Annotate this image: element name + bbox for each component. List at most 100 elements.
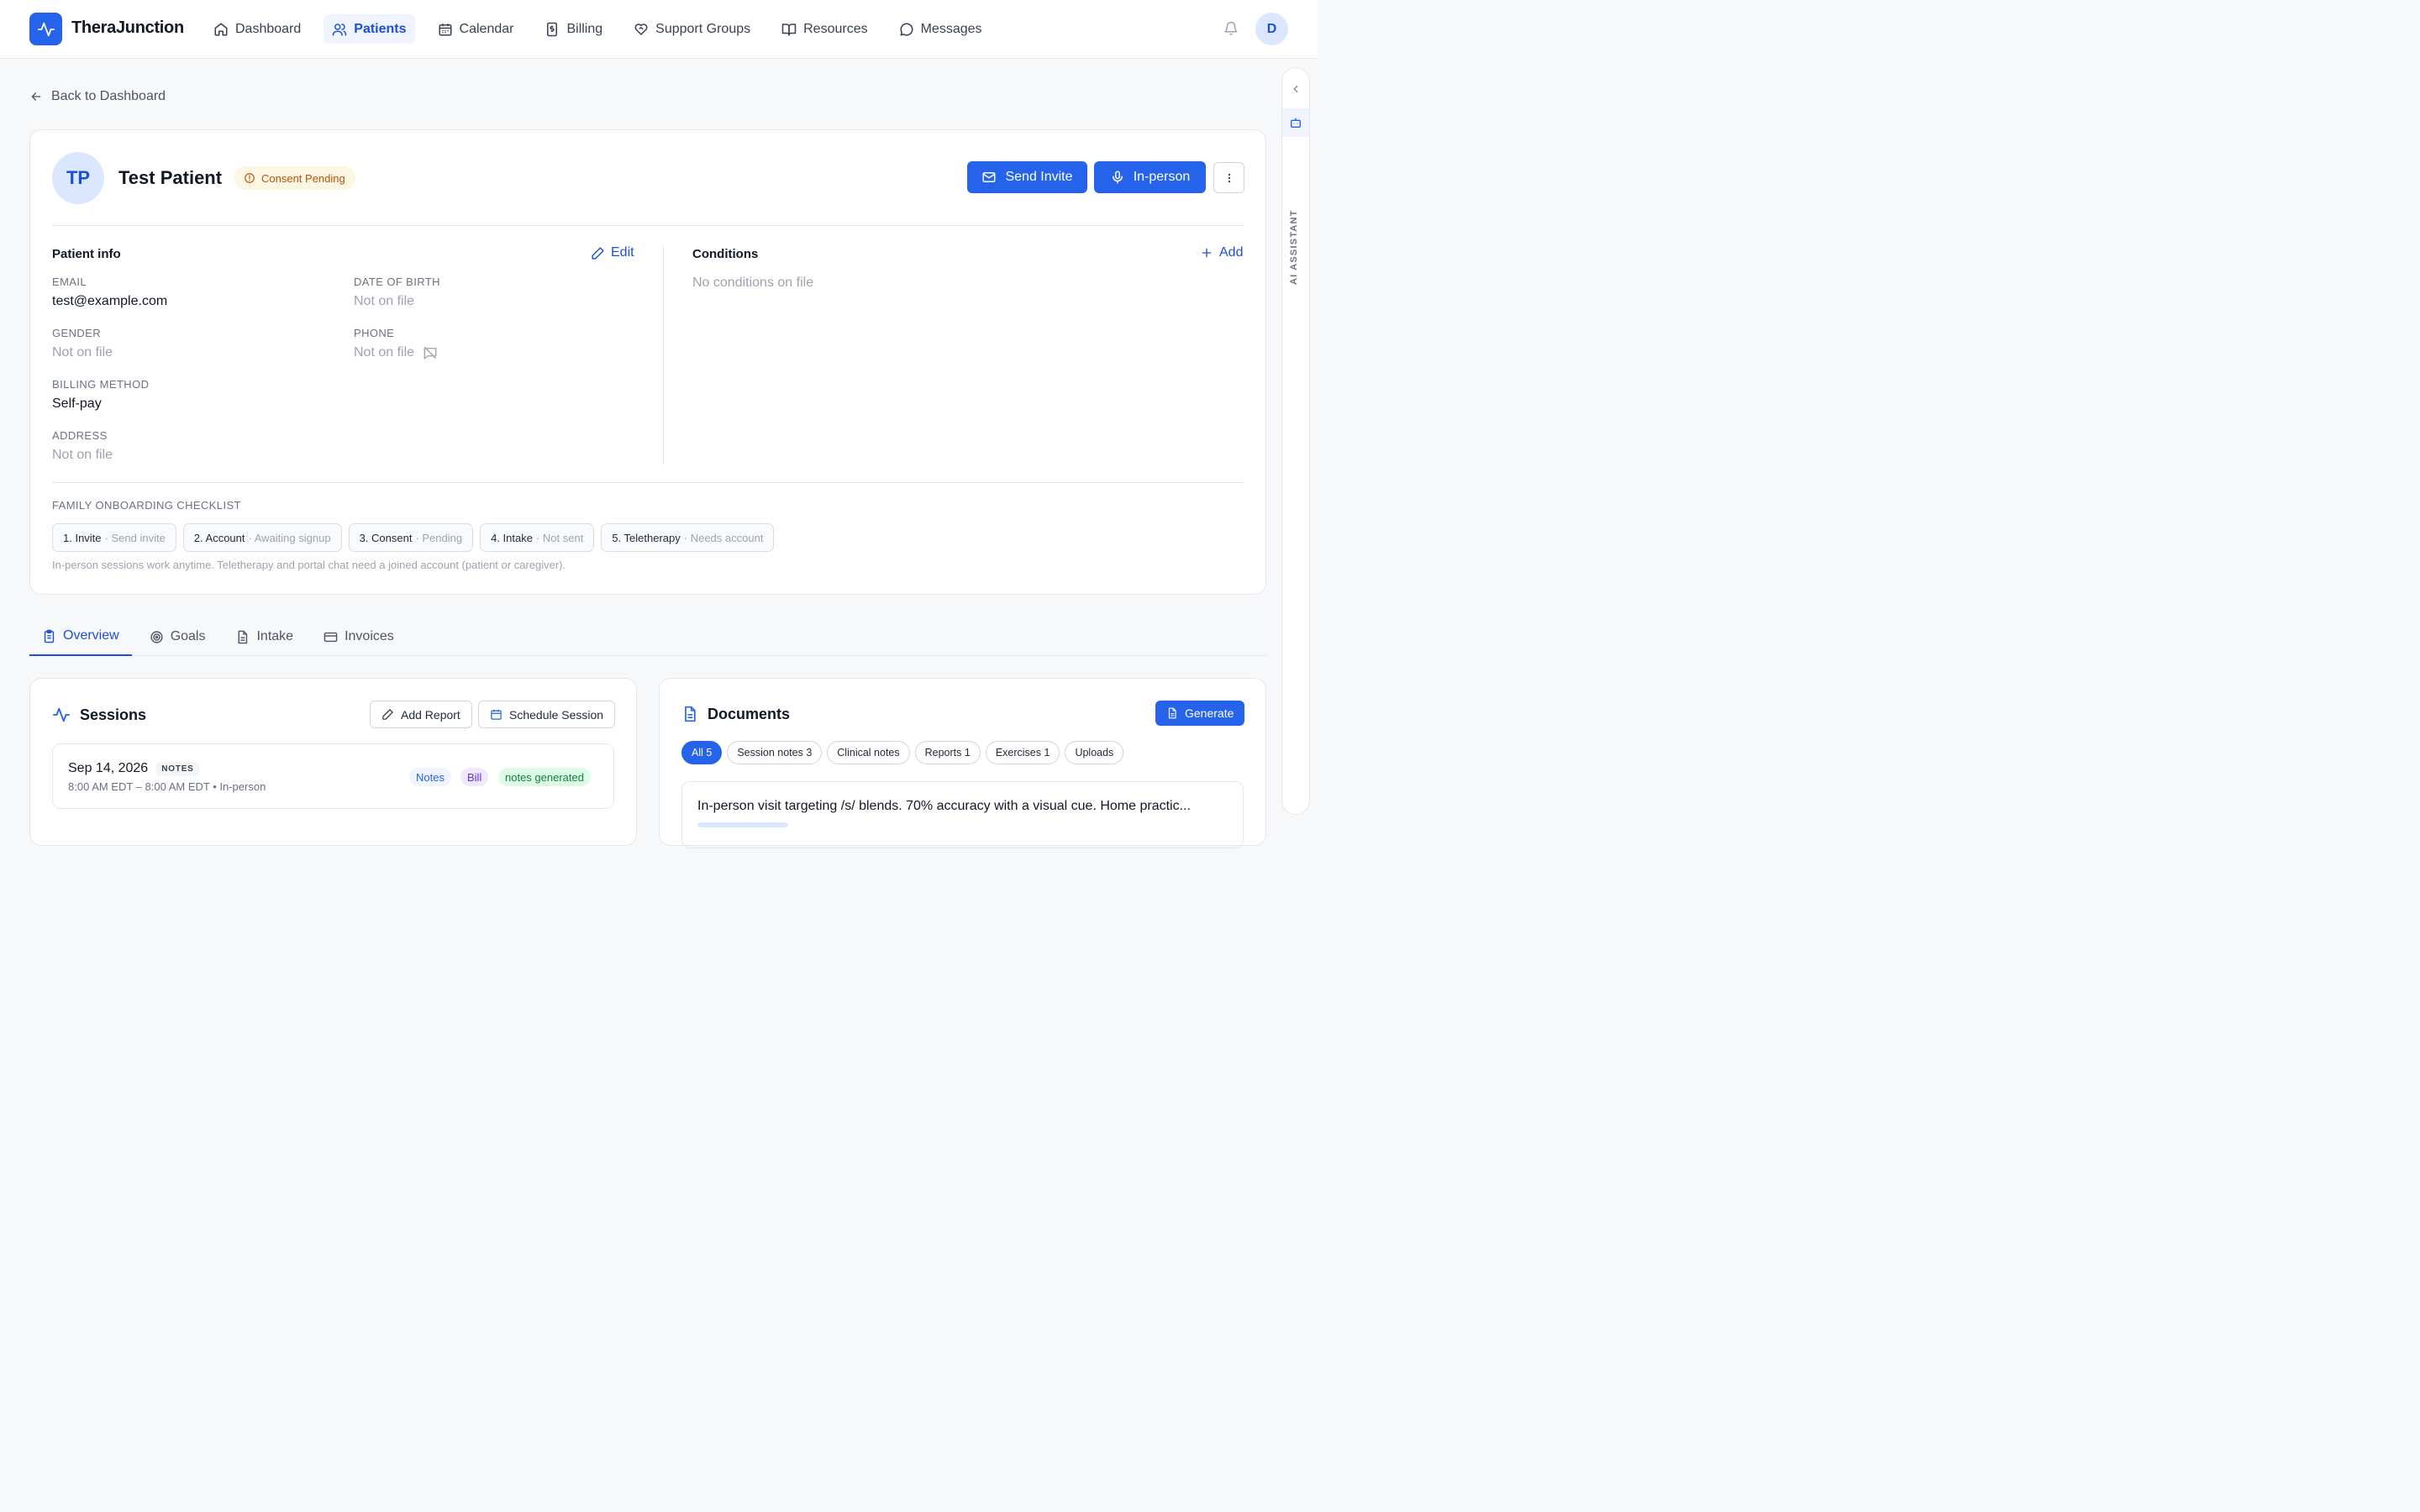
step-label: 2. Account [193,531,245,544]
notes-tag[interactable]: Notes [409,768,451,786]
mail-icon [982,172,996,182]
sessions-card: Sessions Add Report Schedule Session Sep… [29,678,637,846]
activity-icon [52,707,71,722]
checklist-step-intake[interactable]: 4. Intake · Not sent [480,523,595,552]
document-item[interactable]: In-person visit targeting /s/ blends. 70… [681,781,1244,848]
add-condition-button[interactable]: Add [1200,245,1243,260]
file-text-icon [1168,707,1176,719]
tab-goals[interactable]: Goals [137,617,218,656]
generate-label: Generate [1185,706,1234,720]
address-label: ADDRESS [52,429,108,442]
patient-info-title: Patient info [52,247,121,261]
step-status: · Send invite [104,531,166,544]
alert-circle-icon [245,173,255,183]
nav-item-calendar[interactable]: Calendar [429,14,523,44]
filter-all[interactable]: All 5 [681,741,723,764]
receipt-icon [547,22,558,36]
edit-label: Edit [611,245,634,260]
checklist-help-text: In-person sessions work anytime. Telethe… [52,559,566,571]
documents-header: Documents [681,705,790,723]
checklist-step-teletherapy[interactable]: 5. Teletherapy · Needs account [601,523,775,552]
conditions-title: Conditions [692,247,759,261]
tab-intake[interactable]: Intake [223,617,306,656]
billing-method-value: Self-pay [52,396,102,411]
checklist-step-account[interactable]: 2. Account · Awaiting signup [182,523,342,552]
nav-item-messages[interactable]: Messages [891,14,991,44]
bill-tag[interactable]: Bill [460,768,489,786]
ai-assistant-label: AI ASSISTANT [1289,209,1299,285]
nav-item-support-groups[interactable]: Support Groups [625,14,759,44]
add-report-button[interactable]: Add Report [370,701,472,728]
tab-label: Invoices [345,629,394,643]
nav-item-dashboard[interactable]: Dashboard [205,14,309,44]
file-text-icon [239,630,248,643]
target-icon [150,630,163,643]
user-avatar[interactable]: D [1255,13,1288,45]
divider [52,225,1244,226]
document-tag [697,822,788,827]
in-person-label: In-person [1133,170,1191,184]
session-date: Sep 14, 2026 [68,761,149,775]
book-open-icon [781,23,797,35]
checklist-steps: 1. Invite · Send invite 2. Account · Await… [52,523,775,552]
step-status: · Awaiting signup [248,531,331,544]
nav-item-resources[interactable]: Resources [773,14,876,44]
home-icon [214,23,228,35]
nav-item-billing[interactable]: Billing [536,14,611,44]
filter-clinical-notes[interactable]: Clinical notes [827,741,910,764]
more-options-button[interactable] [1213,162,1244,193]
nav-label: Patients [354,21,407,36]
filter-uploads[interactable]: Uploads [1065,741,1124,764]
patient-avatar: TP [52,152,104,204]
collapse-panel-button[interactable] [1290,83,1302,95]
filter-reports[interactable]: Reports 1 [914,741,981,764]
generate-document-button[interactable]: Generate [1155,701,1245,726]
pencil-icon [592,246,604,260]
edit-patient-info-button[interactable]: Edit [591,245,634,260]
ai-assistant-panel[interactable]: AI ASSISTANT [1281,67,1310,815]
patient-name: Test Patient [118,167,223,188]
checklist-step-consent[interactable]: 3. Consent · Pending [348,523,474,552]
phone-field: Not on file [354,345,438,360]
checklist-title: FAMILY ONBOARDING CHECKLIST [52,499,241,512]
bell-icon [1224,21,1238,35]
logo[interactable] [29,13,62,45]
notes-generated-tag: notes generated [498,768,591,786]
filter-exercises[interactable]: Exercises 1 [985,741,1060,764]
nav-label: Messages [920,21,982,36]
in-person-button[interactable]: In-person [1094,161,1206,193]
message-off-icon[interactable] [423,345,438,360]
ai-bot-button[interactable] [1282,108,1309,137]
nav-label: Dashboard [235,21,302,36]
tab-invoices[interactable]: Invoices [311,617,407,656]
nav-label: Calendar [459,21,514,36]
billing-method-label: BILLING METHOD [52,378,150,391]
message-circle-icon [900,23,913,35]
credit-card-icon [324,632,338,642]
phone-label: PHONE [354,327,395,339]
session-row[interactable]: Sep 14, 2026 NOTES 8:00 AM EDT – 8:00 AM… [52,743,614,809]
step-status: · Not sent [535,531,584,544]
sessions-title: Sessions [80,706,147,723]
pencil-icon [382,709,393,720]
session-date-line: Sep 14, 2026 NOTES [68,761,199,776]
nav-item-patients[interactable]: Patients [324,14,415,44]
send-invite-button[interactable]: Send Invite [967,161,1087,193]
schedule-session-button[interactable]: Schedule Session [478,701,616,728]
notifications-button[interactable] [1223,21,1239,36]
column-divider [663,246,664,465]
clipboard-icon [44,629,55,643]
filter-session-notes[interactable]: Session notes 3 [727,741,823,764]
microphone-icon [1112,171,1123,184]
email-value: test@example.com [52,294,168,308]
calendar-icon [439,23,452,35]
phone-value: Not on file [354,345,415,360]
step-label: 1. Invite [63,531,102,544]
tab-overview[interactable]: Overview [29,617,132,656]
back-to-dashboard-link[interactable]: Back to Dashboard [29,89,166,104]
patient-card: TP Test Patient Consent Pending Send Inv… [29,129,1266,595]
checklist-step-invite[interactable]: 1. Invite · Send invite [52,523,176,552]
dob-value: Not on file [354,294,415,308]
add-label: Add [1219,245,1244,260]
consent-status-label: Consent Pending [261,171,345,185]
